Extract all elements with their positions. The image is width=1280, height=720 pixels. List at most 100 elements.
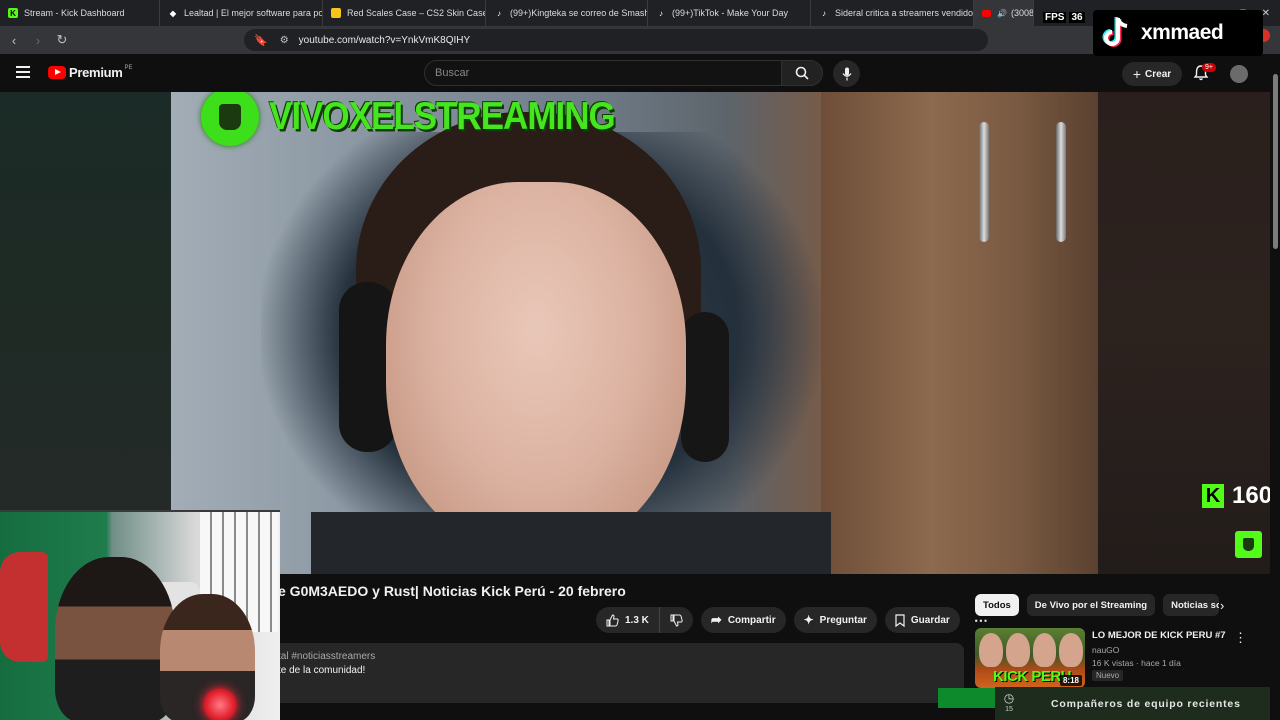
recommendation-chips: Todos De Vivo por el Streaming Noticias … [975,594,1220,616]
tab-label: Stream - Kick Dashboard [24,8,125,18]
tiktok-watermark: xmmaed [1093,10,1263,56]
recommended-video[interactable]: KICK PERU 8:18 LO MEJOR DE KICK PERU #7 … [975,628,1265,688]
scrollbar-thumb[interactable] [1273,74,1278,249]
site-settings-icon[interactable]: ⚙ [280,35,289,46]
tab-lealtad[interactable]: ◆ Lealtad | El mejor software para pote [160,0,323,26]
video-actions: 1.3 K ➦ Compartir ✦ Preguntar Guardar ⋯ [596,607,994,633]
video-blur-left [0,92,171,574]
voice-search-button[interactable] [833,60,860,87]
tab-sideral[interactable]: ♪ Sideral critica a streamers vendidos [811,0,974,26]
tiktok-handle: xmmaed [1141,21,1224,44]
like-count: 1.3 K [625,614,649,626]
create-button[interactable]: + Crear [1122,62,1182,86]
tab-tiktok-make-your-day[interactable]: ♪ (99+)TikTok - Make Your Day [648,0,811,26]
youtube-play-icon [48,66,66,79]
youtube-icon [982,9,991,17]
browser-toolbar: ‹ › ↻ 🔖 ⚙ youtube.com/watch?v=YnkVmK8QIH… [0,26,1280,54]
teammates-panel[interactable]: ◷ 15 Compañeros de equipo recientes [995,687,1270,720]
case-icon [331,8,341,18]
bookmark-icon[interactable]: 🔖 [254,34,268,47]
notification-badge: 9+ [1202,63,1216,72]
recommended-title[interactable]: LO MEJOR DE KICK PERU #7 [1092,630,1242,641]
facecam-red-lamp [203,688,237,720]
chevron-right-icon[interactable]: › [1220,598,1224,613]
description-tags[interactable]: tal #noticiasstreamers [278,651,958,662]
description-box[interactable]: tal #noticiasstreamers te de la comunida… [272,643,964,703]
tab-youtube-active[interactable]: 🔊 (3008) [974,0,1034,26]
kick-icon: K [8,8,18,18]
kick-viewer-counter: K 160 [1202,482,1270,510]
channel-logo-icon [201,92,259,146]
back-icon[interactable]: ‹ [4,33,24,48]
country-code: PE [124,64,133,71]
tab-tiktok-kingteka[interactable]: ♪ (99+)Kingteka se correo de Smash # [486,0,648,26]
video-player[interactable]: VIVOXELSTREAMING K 160 [0,92,1270,574]
facecam-red-chair [0,552,48,662]
account-avatar[interactable] [1230,65,1248,83]
tab-label: (3008) [1010,8,1034,18]
menu-icon[interactable] [16,66,30,78]
more-vertical-icon[interactable]: ⋮ [1234,630,1247,646]
search-placeholder: Buscar [435,67,470,79]
speaker-icon[interactable]: 🔊 [997,9,1007,18]
tab-red-scales[interactable]: Red Scales Case – CS2 Skin Case Op [323,0,486,26]
youtube-logo[interactable]: Premium PE [48,65,133,80]
tab-label: Lealtad | El mejor software para pote [184,8,323,18]
tab-label: Red Scales Case – CS2 Skin Case Op [347,8,486,18]
tiktok-icon: ♪ [659,8,663,18]
tiktok-icon: ♪ [822,8,826,18]
ask-button[interactable]: ✦ Preguntar [793,607,877,633]
tab-label: (99+)TikTok - Make Your Day [672,8,788,18]
save-bookmark-icon [895,613,905,627]
search-button[interactable] [781,60,823,86]
teammates-label: Compañeros de equipo recientes [1051,697,1241,710]
save-label: Guardar [910,614,950,626]
address-bar[interactable]: 🔖 ⚙ youtube.com/watch?v=YnkVmK8QIHY [244,29,988,51]
sparkle-icon: ✦ [803,613,814,627]
tab-kick-dashboard[interactable]: K Stream - Kick Dashboard [0,0,160,26]
search-input[interactable]: Buscar [424,60,782,86]
wardrobe-handle [979,122,989,242]
ask-label: Preguntar [819,614,867,626]
page-scrollbar[interactable] [1270,54,1280,720]
like-button[interactable]: 1.3 K [596,607,660,633]
forward-icon[interactable]: › [28,33,48,48]
channel-brand-overlay: VIVOXELSTREAMING [201,92,616,146]
diamond-icon: ◆ [169,8,177,18]
streamer-shirt [311,512,831,574]
tiktok-logo-icon [1102,17,1128,47]
create-label: Crear [1145,68,1172,80]
share-button[interactable]: ➦ Compartir [700,607,786,633]
headset-right-cup [681,312,729,462]
reload-icon[interactable]: ↻ [52,32,72,48]
fps-counter: FPS 36 [1040,12,1085,23]
dislike-button[interactable] [659,607,693,633]
video-duration: 8:18 [1059,675,1082,686]
share-label: Compartir [727,614,776,626]
logo-text: Premium [69,65,123,80]
kick-viewer-count: 160 [1232,482,1270,509]
url-text: youtube.com/watch?v=YnkVmK8QIHY [298,34,471,46]
channel-brand-text: VIVOXELSTREAMING [269,95,616,138]
browser-tab-strip: K Stream - Kick Dashboard ◆ Lealtad | El… [0,0,1280,26]
new-badge: Nuevo [1092,670,1124,681]
chip-noticias[interactable]: Noticias sobre [1163,594,1220,616]
recommended-meta: 16 K vistas · hace 1 día [1092,658,1181,668]
chip-todos[interactable]: Todos [975,594,1019,616]
recommended-channel[interactable]: nauGO [1092,645,1119,655]
video-frame: VIVOXELSTREAMING [171,92,1098,574]
fps-value: 36 [1069,12,1085,23]
tab-label: Sideral critica a streamers vendidos [835,8,974,18]
recommended-thumbnail[interactable]: KICK PERU 8:18 [975,628,1085,688]
microphone-icon [842,67,851,80]
video-title: e G0M3AEDO y Rust| Noticias Kick Perú - … [278,583,626,599]
streamer-face [386,182,686,552]
facecam-person-man [55,557,175,720]
kick-icon: K [1202,484,1224,508]
share-arrow-icon: ➦ [710,612,722,627]
facecam-overlay [0,510,280,720]
save-button[interactable]: Guardar [884,607,960,633]
like-dislike-group: 1.3 K [596,607,693,633]
tab-label: (99+)Kingteka se correo de Smash # [510,8,648,18]
chip-de-vivo[interactable]: De Vivo por el Streaming [1026,594,1156,616]
